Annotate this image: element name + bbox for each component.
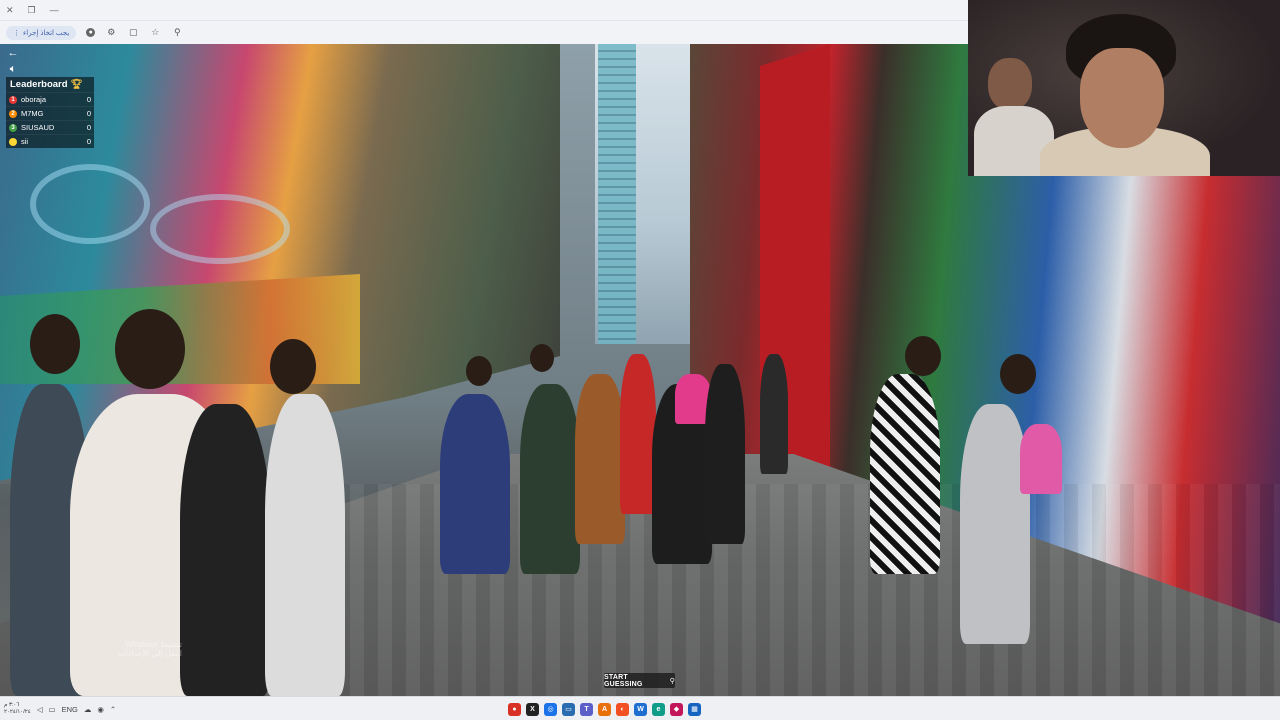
person-head	[115, 309, 185, 389]
rank-badge: 2	[9, 109, 17, 118]
network-icon[interactable]: ▭	[48, 705, 55, 714]
player-score: 0	[86, 109, 91, 118]
backpack	[1020, 424, 1062, 494]
person	[180, 404, 270, 696]
glass-tower	[598, 44, 636, 344]
dots-icon: ⋮	[13, 29, 20, 37]
webcam-face	[1080, 48, 1164, 148]
person	[520, 384, 580, 574]
leaderboard-row: 1 oboraja 0	[6, 92, 94, 106]
player-name: M7MG	[21, 109, 44, 118]
person	[960, 404, 1030, 644]
taskbar-app-app-black-icon[interactable]: X	[526, 702, 539, 716]
person	[760, 354, 788, 474]
person-head	[466, 356, 492, 386]
watermark-line-2: انتقل إلى الإعدادات	[117, 649, 182, 658]
taskbar-app-teams-icon[interactable]: T	[580, 702, 593, 716]
rank-badge: 3	[9, 123, 17, 132]
graffiti-swirl	[30, 164, 150, 244]
pin-icon[interactable]: ⚲	[171, 27, 183, 39]
clock-time: ٣:٠٦ م	[4, 702, 20, 708]
leaderboard-row: 2 M7MG 0	[6, 106, 94, 120]
player-name: SIUSAUD	[21, 123, 55, 132]
start-guessing-label: START GUESSING	[604, 673, 643, 688]
extensions-icon[interactable]: ⚙	[105, 27, 117, 39]
extension-alert-pill[interactable]: ⋮ يجب اتخاذ إجراء	[6, 25, 77, 40]
star-icon[interactable]: ☆	[149, 27, 161, 39]
person	[575, 374, 625, 544]
taskbar-apps: ● X ◎ ▭ T A ◐ We ◆ ▦	[508, 700, 701, 718]
windows-taskbar: ٣:٠٦ م ٢٠٢٤/١٠/٢٤ ◁ ▭ ENG ☁ ◉ ⌃ ● X ◎ ▭ T A ◐ W…	[0, 696, 1280, 720]
person	[705, 364, 745, 544]
app-tray-icon[interactable]: ◉	[97, 705, 104, 714]
opera-icon[interactable]: ●	[86, 28, 96, 37]
volume-icon[interactable]: ◁	[37, 705, 43, 714]
taskbar-app-app-red-icon[interactable]: ●	[508, 702, 521, 716]
person-head	[270, 339, 316, 394]
clock-date: ٢٠٢٤/١٠/٢٤	[4, 709, 31, 715]
taskbar-app-firefox-icon[interactable]: ◐	[616, 702, 629, 716]
webcam-person-head	[988, 58, 1032, 110]
leaderboard-row: sii 0	[6, 134, 94, 148]
leaderboard-title: Leaderboard 🏆︎	[6, 77, 94, 92]
start-guessing-button[interactable]: START GUESSING ⚲	[604, 673, 675, 688]
system-tray: ٣:٠٦ م ٢٠٢٤/١٠/٢٤ ◁ ▭ ENG ☁ ◉ ⌃	[4, 697, 116, 720]
webcam-overlay	[968, 0, 1280, 176]
taskbar-app-photos-icon[interactable]: ◆	[670, 702, 683, 716]
restore-icon[interactable]: ❐	[28, 5, 36, 16]
close-icon[interactable]: ✕	[6, 5, 14, 16]
rank-badge	[9, 137, 17, 146]
chevron-up-icon[interactable]: ⌃	[110, 705, 116, 714]
windows-activation-watermark: Windows تنشيط انتقل إلى الإعدادات	[64, 640, 182, 658]
person-head	[1000, 354, 1036, 394]
taskbar-app-acrobat-icon[interactable]: A	[598, 702, 611, 716]
person-head	[905, 336, 941, 376]
browser-titlebar: ✕ ❐ —	[0, 0, 968, 20]
minimize-icon[interactable]: —	[50, 5, 59, 15]
watermark-line-1: Windows تنشيط	[125, 640, 182, 649]
taskbar-app-edge-icon[interactable]: e	[652, 702, 665, 716]
graffiti-swirl	[150, 194, 290, 264]
onedrive-icon[interactable]: ☁	[84, 705, 92, 714]
browser-chrome: ✕ ❐ — ⋮ يجب اتخاذ إجراء ● ⚙ ▢ ☆ ⚲	[0, 0, 968, 44]
player-name: sii	[21, 137, 29, 146]
player-name: oboraja	[21, 95, 47, 104]
taskbar-app-chrome-icon[interactable]: ◎	[544, 702, 557, 716]
taskbar-app-word-icon[interactable]: W	[634, 702, 647, 716]
rank-badge: 1	[9, 95, 17, 104]
back-arrow-icon[interactable]: ←	[6, 46, 20, 60]
person	[440, 394, 510, 574]
leaderboard-rows: 1 oboraja 0 2 M7MG 0 3 SIUSAUD 0 sii 0	[6, 92, 94, 148]
browser-toolbar: ⋮ يجب اتخاذ إجراء ● ⚙ ▢ ☆ ⚲	[0, 20, 968, 44]
trophy-icon: 🏆︎	[70, 79, 83, 90]
person	[620, 354, 656, 514]
extension-alert-label: يجب اتخاذ إجراء	[23, 29, 70, 37]
taskbar-clock[interactable]: ٣:٠٦ م ٢٠٢٤/١٠/٢٤	[4, 702, 31, 716]
map-pin-icon: ⚲	[669, 677, 675, 685]
leaderboard-row: 3 SIUSAUD 0	[6, 120, 94, 134]
speaker-icon[interactable]: 🔈︎	[6, 62, 20, 76]
leaderboard-panel: Leaderboard 🏆︎ 1 oboraja 0 2 M7MG 0 3 SIUSAUD 0 s…	[6, 77, 94, 148]
person	[265, 394, 345, 696]
player-score: 0	[86, 137, 91, 146]
person-head	[30, 314, 80, 374]
taskbar-app-store-icon[interactable]: ▦	[688, 702, 701, 716]
webcam-person-main	[1040, 14, 1210, 176]
window-icon[interactable]: ▢	[127, 27, 139, 39]
player-score: 0	[86, 123, 91, 132]
leaderboard-title-text: Leaderboard	[10, 79, 68, 90]
person	[870, 374, 940, 574]
language-indicator[interactable]: ENG	[62, 705, 78, 714]
player-score: 0	[86, 95, 91, 104]
person-head	[530, 344, 554, 372]
taskbar-app-explorer-icon[interactable]: ▭	[562, 702, 575, 716]
